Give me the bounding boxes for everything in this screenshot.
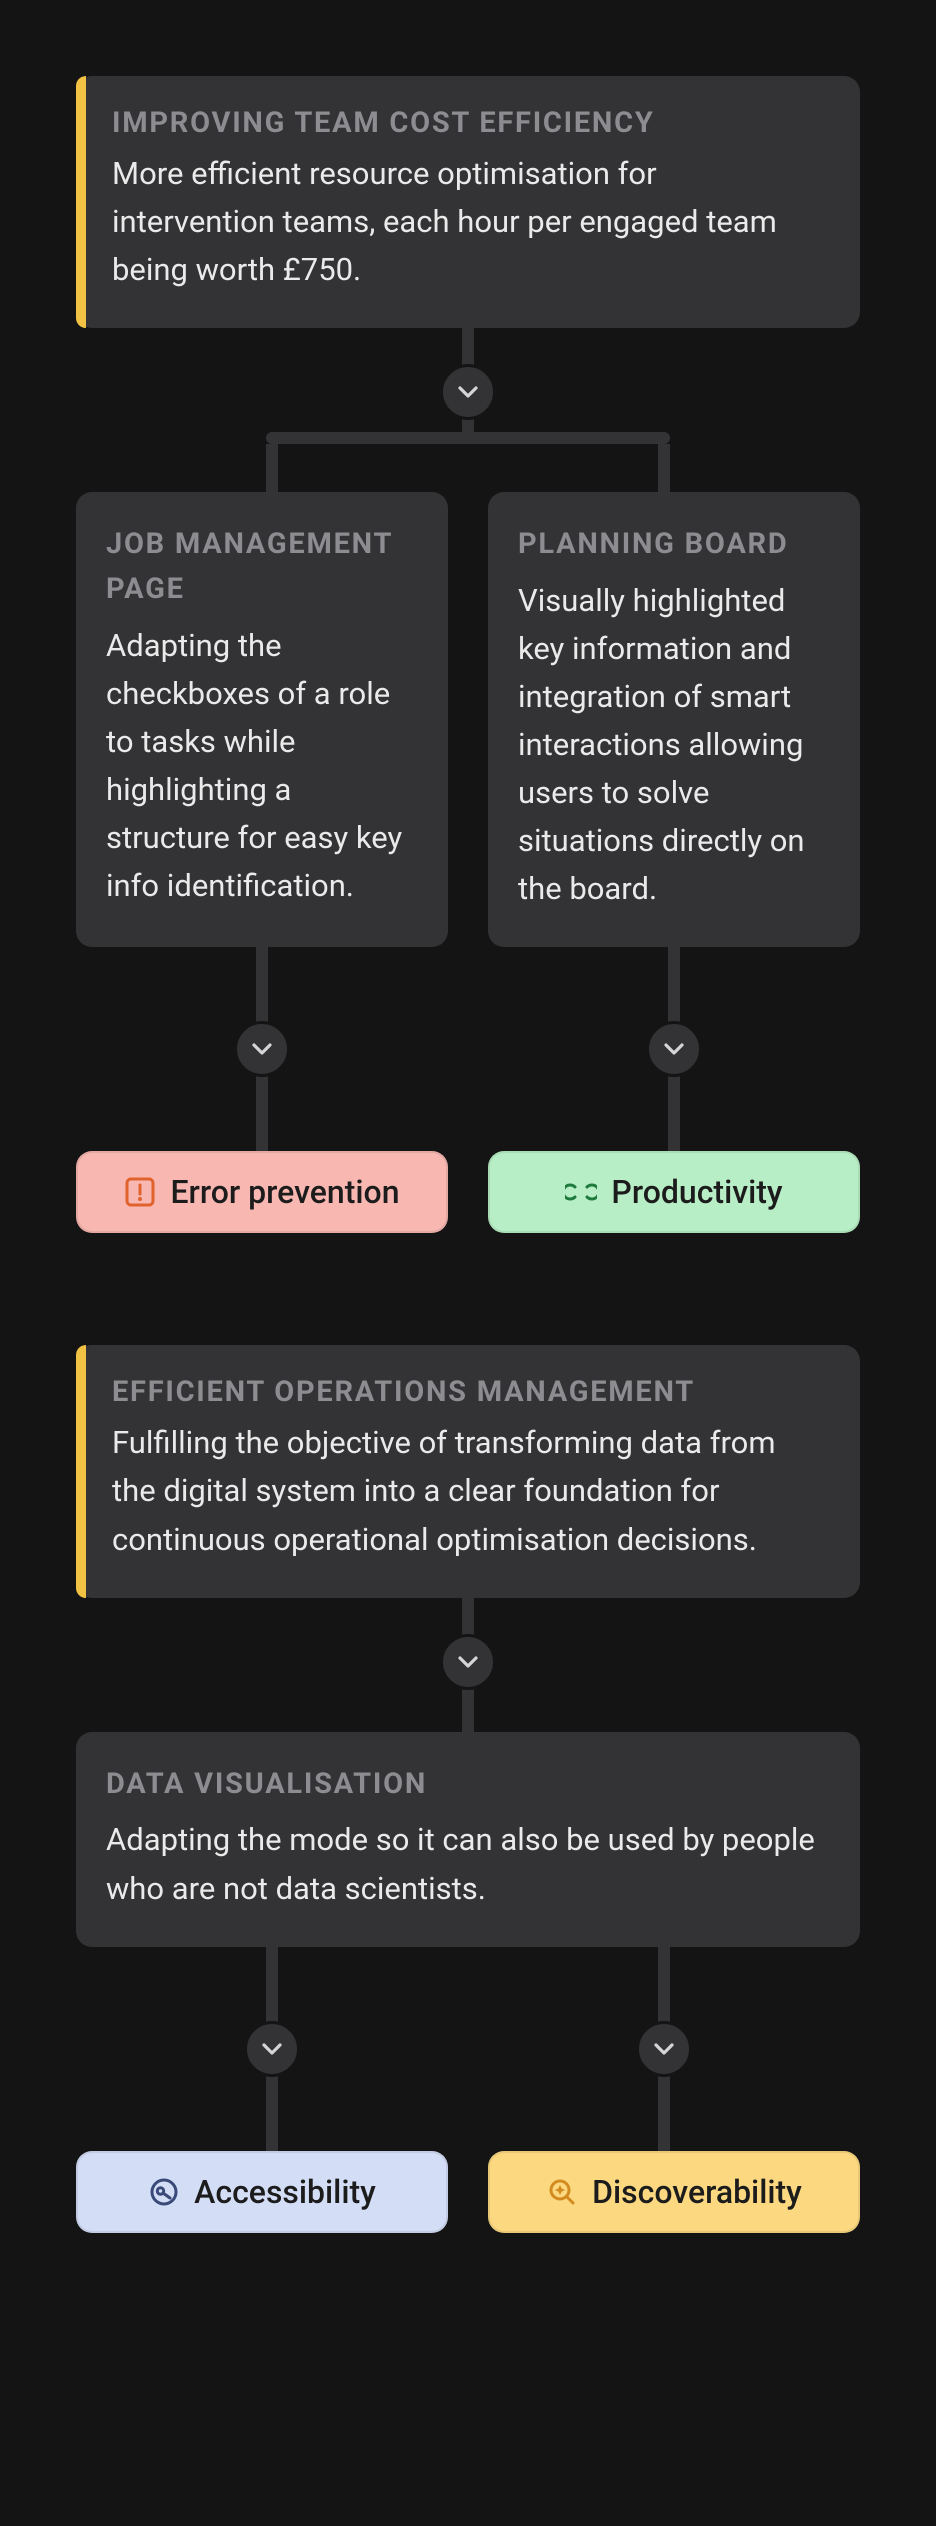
node-planning-board: PLANNING BOARD Visually highlighted key … [488,492,860,947]
connector-down-pair [76,444,860,492]
connector-line [266,1947,278,2027]
node-job-management: JOB MANAGEMENT PAGE Adapting the checkbo… [76,492,448,947]
node-data-visualisation: DATA VISUALISATION Adapting the mode so … [76,1732,860,1947]
tag-discoverability: Discoverability [488,2151,860,2233]
connector-root-to-children [76,328,860,492]
section-team-cost: IMPROVING TEAM COST EFFICIENCY More effi… [76,76,860,1233]
tag-error-prevention: Error prevention [76,1151,448,1233]
connector-down-pair [76,1947,860,2151]
connector-line [256,1071,268,1151]
connector-line [668,1071,680,1151]
root-title: EFFICIENT OPERATIONS MANAGEMENT [112,1375,824,1409]
tag-accessibility: Accessibility [76,2151,448,2233]
link-loop-icon [565,1176,597,1208]
tag-label: Error prevention [170,1173,399,1211]
key-circle-icon [148,2176,180,2208]
connector-line [658,444,670,492]
connector-h-bar [76,432,860,444]
connector-node-to-tag [76,947,448,1151]
connector-line [462,1684,474,1732]
chevron-down-icon [636,2021,692,2077]
chevron-down-icon [440,1634,496,1690]
child-col-right: PLANNING BOARD Visually highlighted key … [488,492,860,1233]
connector-line [266,2071,278,2151]
root-body: Fulfilling the objective of transforming… [112,1419,824,1563]
tag-label: Productivity [611,1173,782,1211]
node-body: Visually highlighted key information and… [518,577,830,913]
tags-row: Accessibility Discoverability [76,2151,860,2233]
chevron-down-icon [646,1021,702,1077]
tag-productivity: Productivity [488,1151,860,1233]
sparkle-lens-icon [546,2176,578,2208]
alert-square-icon [124,1176,156,1208]
node-title: JOB MANAGEMENT PAGE [106,522,418,612]
section-ops-management: EFFICIENT OPERATIONS MANAGEMENT Fulfilli… [76,1345,860,2232]
connector-line [658,2071,670,2151]
node-body: Adapting the checkboxes of a role to tas… [106,622,418,910]
connector-line [256,947,268,1027]
node-title: DATA VISUALISATION [106,1762,830,1807]
root-card-ops: EFFICIENT OPERATIONS MANAGEMENT Fulfilli… [76,1345,860,1597]
root-body: More efficient resource optimisation for… [112,150,824,294]
node-body: Adapting the mode so it can also be used… [106,1816,830,1912]
child-col-left: JOB MANAGEMENT PAGE Adapting the checkbo… [76,492,448,1233]
children-row: JOB MANAGEMENT PAGE Adapting the checkbo… [76,492,860,1233]
connector-node-to-tags [76,1947,860,2151]
connector-line [658,1947,670,2027]
root-title: IMPROVING TEAM COST EFFICIENCY [112,106,824,140]
node-title: PLANNING BOARD [518,522,830,567]
chevron-down-icon [234,1021,290,1077]
tag-label: Discoverability [592,2173,802,2211]
connector-line [266,444,278,492]
connector-root-to-child [76,1598,860,1732]
tag-label: Accessibility [194,2173,376,2211]
connector-line [668,947,680,1027]
chevron-down-icon [440,364,496,420]
root-card-team-cost: IMPROVING TEAM COST EFFICIENCY More effi… [76,76,860,328]
chevron-down-icon [244,2021,300,2077]
connector-node-to-tag [488,947,860,1151]
